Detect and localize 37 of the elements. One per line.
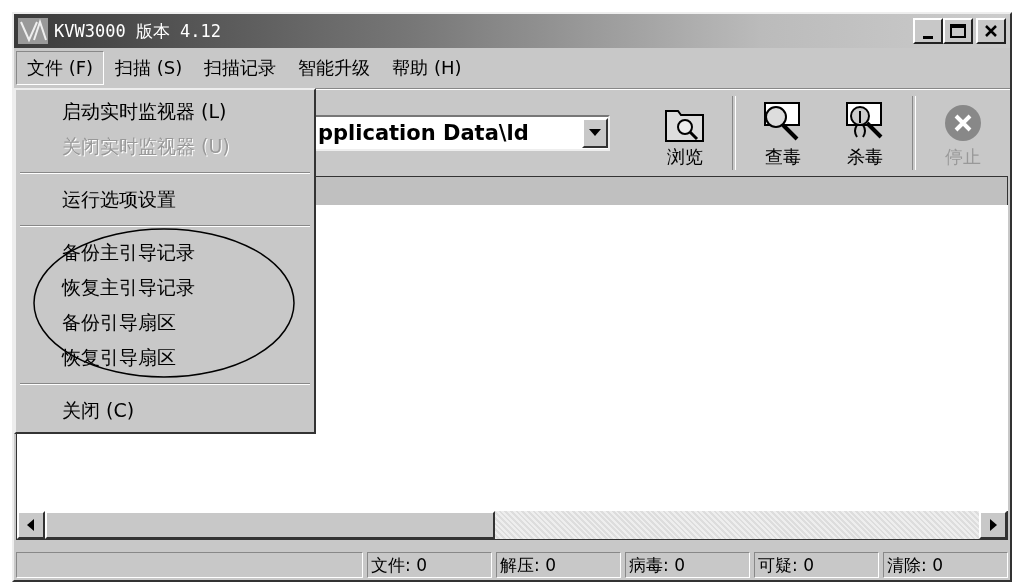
path-text: pplication Data\ld xyxy=(317,121,530,145)
close-button[interactable] xyxy=(976,18,1006,44)
menu-item[interactable]: 关闭 (C) xyxy=(16,393,314,428)
scroll-left-button[interactable] xyxy=(17,511,45,539)
menu-bar-item[interactable]: 帮助 (H) xyxy=(381,51,473,85)
menu-bar-item[interactable]: 扫描记录 xyxy=(193,51,288,85)
caret-icon xyxy=(589,129,601,137)
left-arrow-icon xyxy=(27,519,35,531)
status-pane: 解压: 0 xyxy=(496,552,621,578)
maximize-button[interactable] xyxy=(943,18,973,44)
toolbar-button[interactable]: 杀毒 xyxy=(824,93,906,173)
app-logo-icon xyxy=(18,18,48,44)
menu-item[interactable]: 运行选项设置 xyxy=(16,182,314,217)
menu-bar-item[interactable]: 文件 (F) xyxy=(16,51,105,85)
status-pane: 病毒: 0 xyxy=(625,552,750,578)
horizontal-scrollbar[interactable] xyxy=(16,511,1008,540)
scroll-right-button[interactable] xyxy=(979,511,1007,539)
path-combo-box[interactable]: pplication Data\ld xyxy=(314,115,610,151)
status-pane: 文件: 0 xyxy=(367,552,492,578)
window-title: KVW3000 版本 4.12 xyxy=(54,19,223,43)
menu-bar-item[interactable]: 智能升级 xyxy=(287,51,382,85)
minimize-icon xyxy=(923,35,933,39)
right-arrow-icon xyxy=(989,519,997,531)
close-icon xyxy=(984,24,998,38)
stop-icon xyxy=(943,103,983,143)
minimize-button[interactable] xyxy=(913,18,943,44)
scrollbar-thumb[interactable] xyxy=(45,511,495,539)
menu-item[interactable]: 恢复主引导记录 xyxy=(16,270,314,305)
status-pane: 清除: 0 xyxy=(883,552,1008,578)
menu-bar-item[interactable]: 扫描 (S) xyxy=(104,51,194,85)
maximize-icon xyxy=(950,24,966,38)
dropdown-button[interactable] xyxy=(582,118,608,148)
status-pane: 可疑: 0 xyxy=(754,552,879,578)
toolbar-button[interactable]: 查毒 xyxy=(742,93,824,173)
toolbar-button[interactable]: 浏览 xyxy=(644,93,726,173)
menu-item[interactable]: 备份引导扇区 xyxy=(16,305,314,340)
menu-item[interactable]: 启动实时监视器 (L) xyxy=(16,94,314,129)
